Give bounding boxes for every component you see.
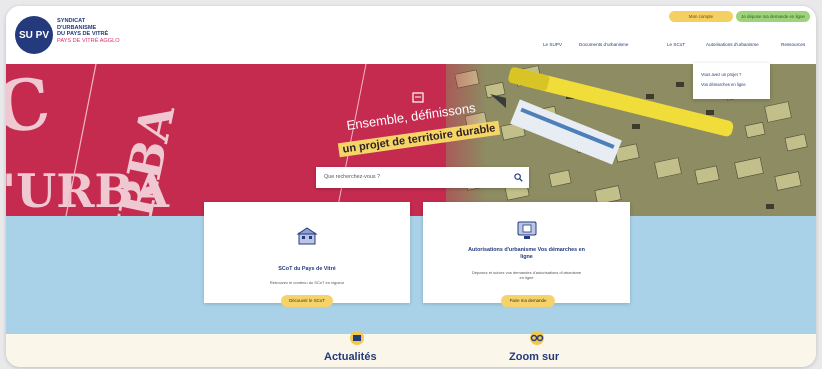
online-request-button[interactable]: Je dépose ma demande en ligne xyxy=(736,11,810,22)
search-input[interactable]: Que recherchez-vous ? xyxy=(316,167,529,188)
dropdown-item-demarches[interactable]: Vos démarches en ligne xyxy=(693,77,770,87)
card-title: Autorisations d'urbanisme Vos démarches … xyxy=(468,247,585,260)
search-icon[interactable] xyxy=(514,173,523,182)
dropdown-item-projet[interactable]: Vous avez un projet ? xyxy=(693,63,770,77)
nav-item-supv[interactable]: Le SUPV xyxy=(543,42,562,47)
logo-mark: SU PV xyxy=(18,29,49,41)
hero-doodle-icon xyxy=(412,92,424,103)
card-autorisations[interactable]: Autorisations d'urbanisme Vos démarches … xyxy=(423,202,630,303)
building-icon xyxy=(296,227,318,245)
site-header: SU PV SYNDICAT D'URBANISME DU PAYS DE VI… xyxy=(6,6,816,64)
section-title-zoom: Zoom sur xyxy=(509,351,560,363)
logo-subline: PAYS DE VITRÉ AGGLO xyxy=(57,37,120,44)
news-section xyxy=(6,334,816,367)
account-button[interactable]: Mon compte xyxy=(669,11,733,22)
nav-item-documents[interactable]: Documents d'urbanisme xyxy=(579,42,628,47)
browser-frame: SU PV SYNDICAT D'URBANISME DU PAYS DE VI… xyxy=(6,6,816,367)
section-title-news: Actualités xyxy=(324,351,377,363)
card-scot[interactable]: SCoT du Pays de Vitré Retrouvez le conte… xyxy=(204,202,410,303)
search-placeholder: Que recherchez-vous ? xyxy=(324,174,381,180)
nav-item-autorisations[interactable]: Autorisations d'urbanisme xyxy=(706,42,759,47)
nav-dropdown-menu: Vous avez un projet ? Vos démarches en l… xyxy=(693,63,770,99)
online-form-icon xyxy=(517,221,536,239)
card-description: Retrouvez le contenu du SCoT en vigueur xyxy=(269,280,345,285)
discover-scot-button[interactable]: Découvrir le SCoT xyxy=(281,295,333,307)
services-band xyxy=(6,216,816,334)
logo[interactable]: SU PV xyxy=(15,16,53,54)
zoom-icon xyxy=(530,331,544,345)
nav-item-scot[interactable]: Le SCoT xyxy=(667,42,685,47)
news-icon xyxy=(350,331,364,345)
card-description: Déposez et suivez vos demandes d'autoris… xyxy=(471,270,582,280)
logo-text[interactable]: SYNDICAT D'URBANISME DU PAYS DE VITRÉ PA… xyxy=(57,18,147,44)
nav-item-ressources[interactable]: Ressources xyxy=(781,42,805,47)
make-request-button[interactable]: Faire ma demande xyxy=(501,295,555,307)
card-title: SCoT du Pays de Vitré xyxy=(278,266,336,272)
